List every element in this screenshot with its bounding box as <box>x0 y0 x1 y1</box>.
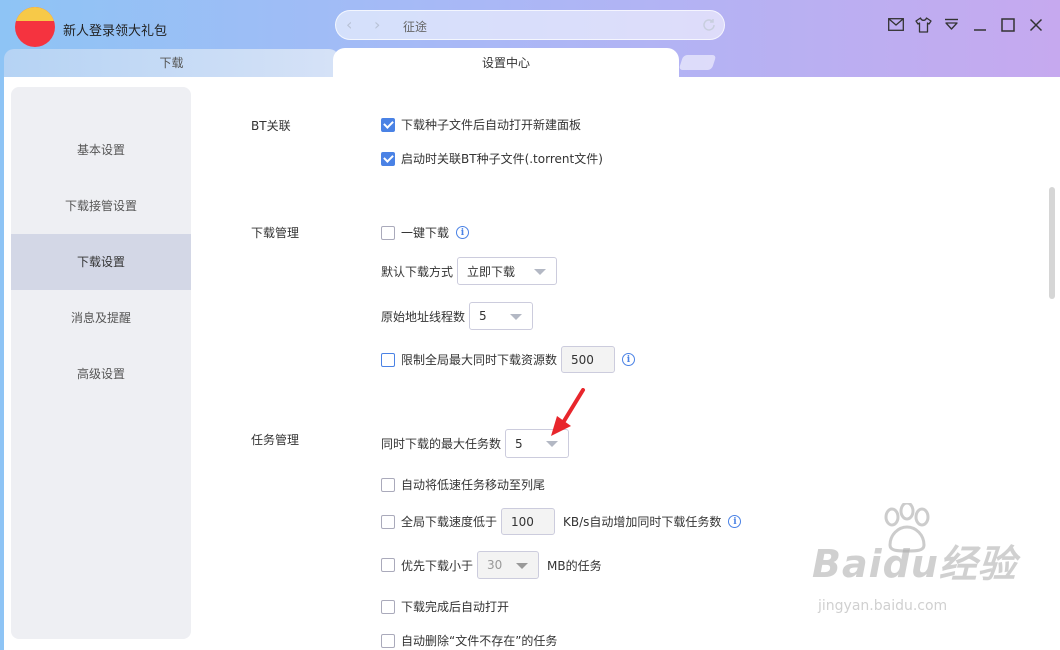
option-label: 下载种子文件后自动打开新建面板 <box>401 118 582 132</box>
chevron-down-icon <box>546 441 559 447</box>
option-label: 限制全局最大同时下载资源数 <box>401 353 558 367</box>
select-value: 立即下载 <box>467 264 516 279</box>
option-label: 自动删除“文件不存在”的任务 <box>401 634 558 648</box>
select-value: 5 <box>515 436 523 451</box>
select-value: 30 <box>487 558 503 572</box>
checkbox[interactable] <box>381 151 395 166</box>
minimize-icon[interactable] <box>971 16 988 33</box>
speed-threshold-input[interactable]: 100 <box>501 508 556 535</box>
sidebar-item-basic[interactable]: 基本设置 <box>11 122 191 178</box>
avatar[interactable] <box>15 7 55 47</box>
select-value: 5 <box>479 309 487 323</box>
option-label: 自动将低速任务移动至列尾 <box>401 478 546 492</box>
promo-link[interactable]: 新人登录领大礼包 <box>63 20 167 39</box>
checkbox[interactable] <box>381 477 395 492</box>
section-title-download-mgmt: 下载管理 <box>251 226 300 240</box>
checkbox[interactable] <box>381 352 395 367</box>
menu-icon[interactable] <box>943 16 960 33</box>
limit-resources-input[interactable]: 500 <box>561 346 616 373</box>
prefer-small-select[interactable]: 30 <box>477 551 540 579</box>
option-label: 一键下载 <box>401 226 450 240</box>
forward-icon[interactable]: › <box>374 16 380 34</box>
auto-open-option[interactable]: 下载完成后自动打开 <box>381 598 509 615</box>
default-mode-label: 默认下载方式 <box>381 264 454 279</box>
new-tab-button[interactable] <box>678 55 717 70</box>
option-label: 优先下载小于 <box>401 558 474 573</box>
one-click-download-option[interactable]: 一键下载 i <box>381 224 470 241</box>
option-label: 下载完成后自动打开 <box>401 600 510 614</box>
title-bar: 新人登录领大礼包 ‹ › 征途 <box>0 0 1060 50</box>
default-mode-select[interactable]: 立即下载 <box>457 257 558 285</box>
prefer-small-row: 优先下载小于 30 MB的任务 <box>381 551 602 579</box>
threads-row: 原始地址线程数 5 <box>381 302 534 330</box>
tab-download[interactable]: 下载 <box>4 49 339 77</box>
sidebar-item-notifications[interactable]: 消息及提醒 <box>11 290 191 346</box>
speed-threshold-row: 全局下载速度低于 100 KB/s自动增加同时下载任务数 i <box>381 508 742 535</box>
sidebar-item-advanced[interactable]: 高级设置 <box>11 346 191 402</box>
checkbox[interactable] <box>381 117 395 132</box>
chevron-down-icon <box>516 563 529 569</box>
option-suffix: KB/s自动增加同时下载任务数 <box>563 515 722 529</box>
address-text[interactable]: 征途 <box>403 18 427 35</box>
checkbox[interactable] <box>381 558 395 572</box>
settings-sidebar: 基本设置 下载接管设置 下载设置 消息及提醒 高级设置 <box>11 87 191 639</box>
option-label: 全局下载速度低于 <box>401 515 498 529</box>
sidebar-item-download[interactable]: 下载设置 <box>11 234 191 290</box>
info-icon[interactable]: i <box>456 226 470 239</box>
max-tasks-label: 同时下载的最大任务数 <box>381 437 502 451</box>
watermark: Baidu经验 jingyan.baidu.com <box>812 503 1017 614</box>
mail-icon[interactable] <box>887 16 904 33</box>
checkbox[interactable] <box>381 599 395 614</box>
chevron-down-icon <box>534 269 547 275</box>
refresh-icon[interactable] <box>700 16 718 34</box>
info-icon[interactable]: i <box>728 515 742 528</box>
bt-open-panel-option[interactable]: 下载种子文件后自动打开新建面板 <box>381 116 581 133</box>
sidebar-item-takeover[interactable]: 下载接管设置 <box>11 178 191 234</box>
address-bar[interactable]: ‹ › 征途 <box>335 10 725 40</box>
chevron-down-icon <box>510 314 523 320</box>
section-title-bt: BT关联 <box>251 119 291 133</box>
tab-settings[interactable]: 设置中心 <box>333 48 679 90</box>
max-tasks-row: 同时下载的最大任务数 5 <box>381 429 570 458</box>
scrollbar-thumb[interactable] <box>1049 187 1055 299</box>
info-icon[interactable]: i <box>622 353 636 366</box>
annotation-arrow-icon <box>551 388 585 436</box>
checkbox[interactable] <box>381 225 395 240</box>
limit-resources-row: 限制全局最大同时下载资源数 500 i <box>381 346 636 373</box>
skin-icon[interactable] <box>915 16 932 33</box>
maximize-icon[interactable] <box>999 16 1016 33</box>
bt-associate-option[interactable]: 启动时关联BT种子文件(.torrent文件) <box>381 150 603 167</box>
option-label: 启动时关联BT种子文件(.torrent文件) <box>401 152 603 166</box>
threads-label: 原始地址线程数 <box>381 309 466 324</box>
close-icon[interactable] <box>1027 16 1044 33</box>
checkbox[interactable] <box>381 633 395 648</box>
section-title-task-mgmt: 任务管理 <box>251 433 300 447</box>
watermark-url: jingyan.baidu.com <box>818 598 948 614</box>
checkbox[interactable] <box>381 514 395 529</box>
move-slow-tasks-option[interactable]: 自动将低速任务移动至列尾 <box>381 476 545 493</box>
option-suffix: MB的任务 <box>547 558 602 573</box>
auto-delete-option[interactable]: 自动删除“文件不存在”的任务 <box>381 632 557 649</box>
default-mode-row: 默认下载方式 立即下载 <box>381 257 558 285</box>
threads-select[interactable]: 5 <box>469 302 534 330</box>
paw-logo-icon <box>884 503 930 553</box>
back-icon[interactable]: ‹ <box>346 16 352 34</box>
